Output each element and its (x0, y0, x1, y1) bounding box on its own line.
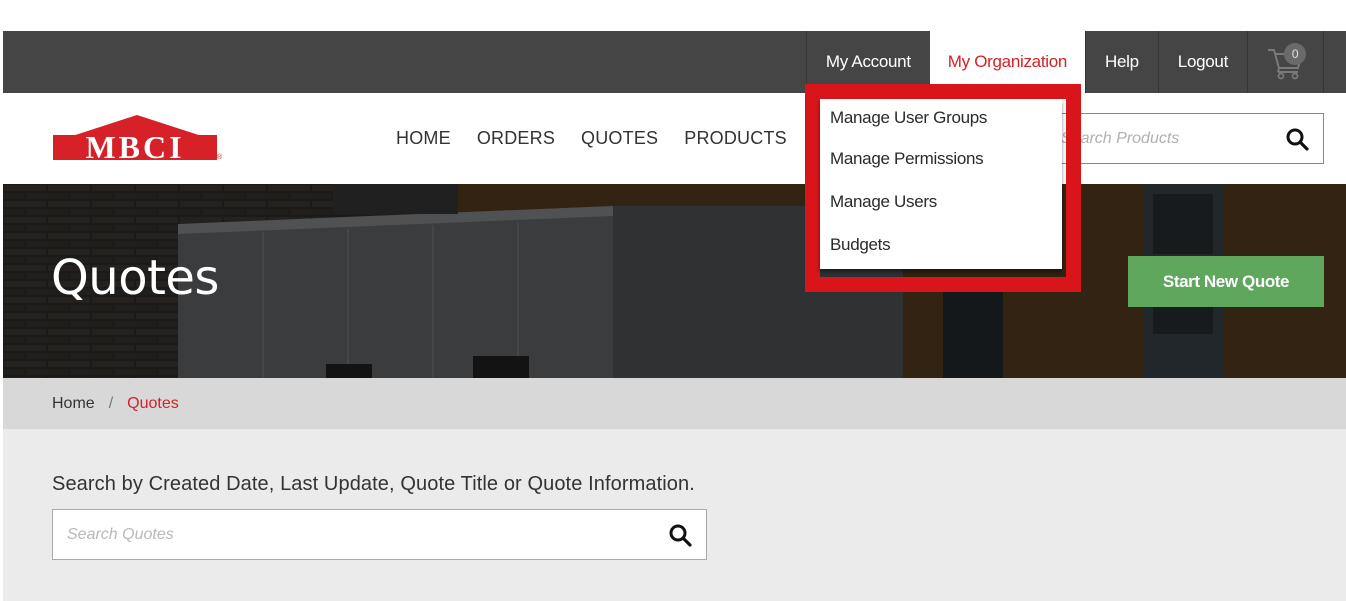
product-search-box (1048, 113, 1324, 164)
hero-banner: Quotes Start New Quote (3, 184, 1346, 378)
nav-products[interactable]: PRODUCTS (684, 128, 787, 149)
breadcrumb-home-link[interactable]: Home (52, 395, 95, 413)
logout-link[interactable]: Logout (1157, 31, 1247, 93)
start-new-quote-button[interactable]: Start New Quote (1128, 256, 1324, 307)
logo-text: MBCI (85, 129, 184, 161)
menu-item-manage-user-groups[interactable]: Manage User Groups (820, 99, 1062, 137)
menu-item-manage-users[interactable]: Manage Users (820, 180, 1062, 223)
search-instructions: Search by Created Date, Last Update, Quo… (52, 473, 695, 495)
mbci-logo[interactable]: MBCI ® (51, 113, 223, 161)
quote-search-box (52, 509, 707, 560)
search-icon[interactable] (1285, 127, 1309, 151)
cart-count-badge: 0 (1284, 43, 1306, 65)
top-utility-bar: My Account My Organization Help Logout 0 (3, 31, 1346, 93)
menu-item-manage-permissions[interactable]: Manage Permissions (820, 137, 1062, 180)
breadcrumb-separator: / (108, 394, 114, 412)
cart-button[interactable]: 0 (1247, 31, 1324, 93)
breadcrumb: Home / Quotes (3, 378, 1346, 429)
main-header: MBCI ® HOME ORDERS QUOTES PRODUCTS RE (3, 93, 1346, 184)
breadcrumb-current: Quotes (127, 394, 179, 412)
quotes-content: Search by Created Date, Last Update, Quo… (3, 429, 1346, 601)
product-search-input[interactable] (1049, 114, 1279, 163)
page-title: Quotes (51, 250, 219, 306)
menu-item-budgets[interactable]: Budgets (820, 223, 1062, 266)
nav-home[interactable]: HOME (396, 128, 451, 149)
organization-dropdown-menu: Manage User Groups Manage Permissions Ma… (820, 99, 1062, 269)
search-icon[interactable] (668, 523, 692, 547)
main-nav: HOME ORDERS QUOTES PRODUCTS RE (396, 93, 864, 184)
quote-search-input[interactable] (53, 510, 653, 559)
nav-orders[interactable]: ORDERS (477, 128, 555, 149)
svg-text:®: ® (217, 153, 223, 161)
help-link[interactable]: Help (1085, 31, 1158, 93)
nav-quotes[interactable]: QUOTES (581, 128, 658, 149)
